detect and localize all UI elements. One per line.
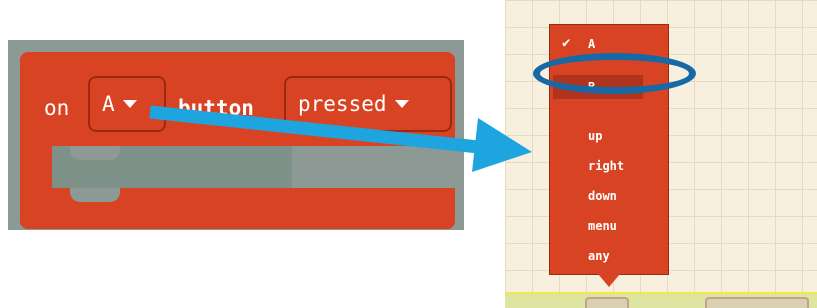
callout-arrow <box>149 105 532 172</box>
arrow-shaft <box>149 105 489 155</box>
arrow-head-icon <box>472 118 532 172</box>
